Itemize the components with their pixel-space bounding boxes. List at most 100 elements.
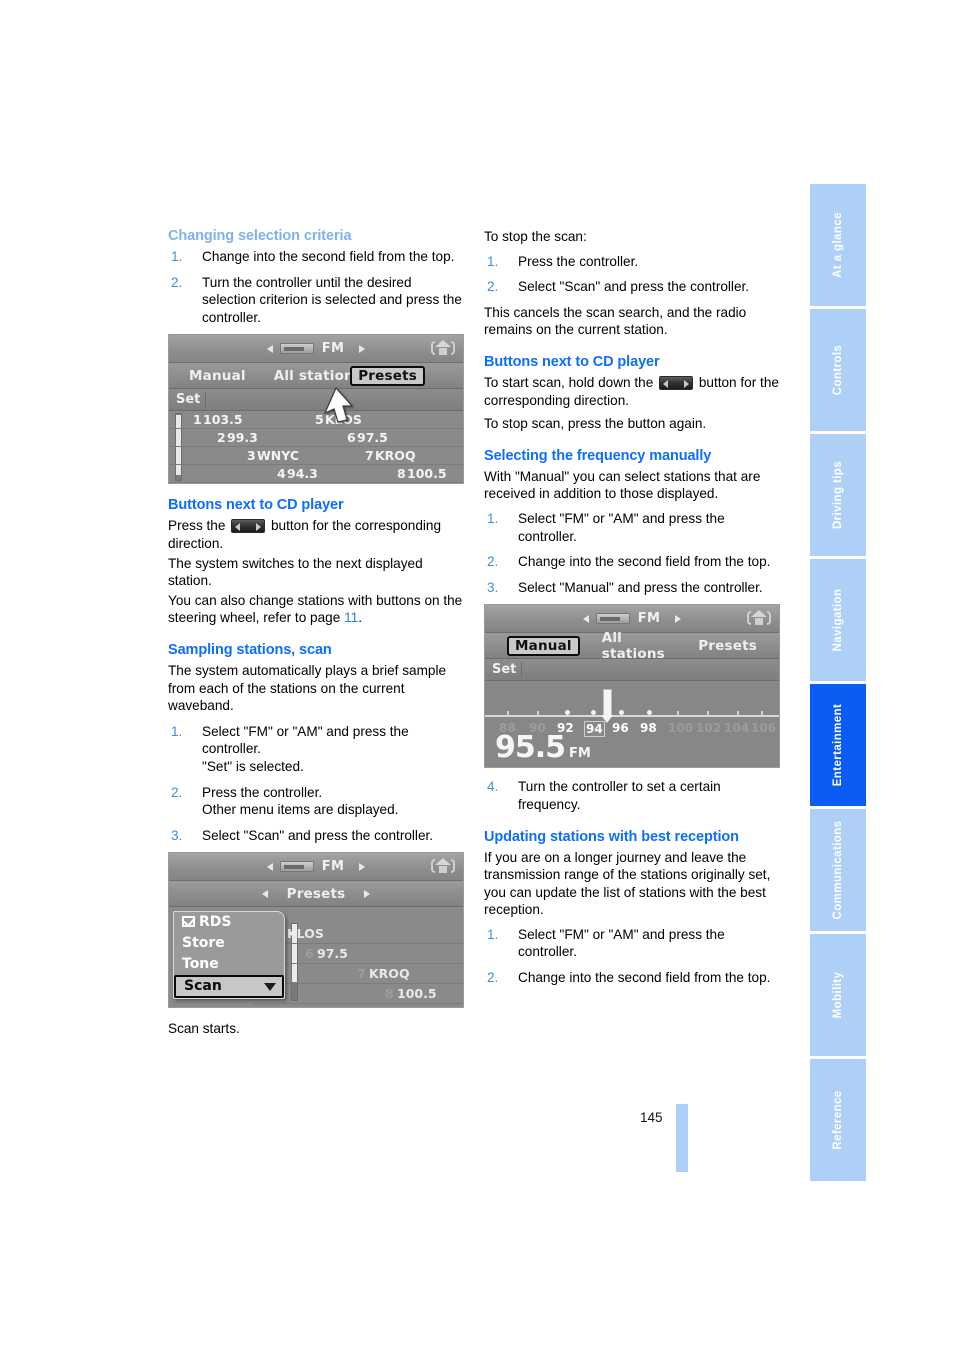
preset-right-name: KROQ (375, 448, 416, 464)
screen-top-bar: FM (169, 335, 463, 364)
current-frequency-display: 95.5 FM (495, 730, 591, 765)
table-row: 2 99.3 6 97.5 (169, 429, 463, 448)
frequency-tuning-scale: 88 90 92 94 96 98 100 102 104 106 95.5 FM (485, 681, 779, 768)
sidebar-item-communications[interactable]: Communications (810, 809, 866, 934)
band-label: FM (637, 611, 661, 627)
checkbox-checked-icon (182, 916, 195, 928)
screen-tab-row: Manual All stations Presets (169, 363, 463, 390)
set-label: Set (487, 662, 523, 678)
step-subtext: Other menu items are displayed. (202, 802, 399, 818)
sidebar-item-navigation[interactable]: Navigation (810, 559, 866, 684)
rocker-button-icon (231, 519, 266, 534)
screen-tab-manual: Manual (189, 367, 246, 384)
step-number: 1. (487, 253, 499, 269)
page-number: 145 (640, 1110, 663, 1125)
scan-menu-body: 5 KLOS 6 97.5 7 KROQ 8 100.5 RDS (169, 907, 463, 1008)
left-arrow-icon (261, 889, 268, 898)
steps-changing-selection-criteria: 1. Change into the second field from the… (168, 248, 468, 326)
list-item: 2. Turn the controller until the desired… (168, 274, 468, 327)
page-marker-bar (676, 1104, 688, 1172)
step-text: Select "Scan" and press the controller. (202, 827, 434, 843)
figure-radio-presets-screen: FM Manual All stations Presets Set 1 103… (168, 334, 464, 485)
chapter-sidebar: At a glance Controls Driving tips Naviga… (810, 184, 866, 1181)
home-icon (431, 339, 455, 358)
menu-item-rds[interactable]: RDS (174, 912, 284, 933)
list-item: 1. Press the controller. (484, 253, 784, 271)
step-text: Change into the second field from the to… (202, 249, 455, 264)
paragraph-press-button: Press the button for the corresponding d… (168, 517, 468, 552)
menu-item-store[interactable]: Store (174, 933, 284, 954)
sidebar-item-entertainment[interactable]: Entertainment (810, 684, 866, 809)
right-arrow-icon (359, 862, 366, 871)
step-number: 3. (487, 579, 499, 595)
list-item: 4. Turn the controller to set a certain … (484, 778, 784, 813)
step-text: Select "Scan" and press the controller. (518, 279, 750, 295)
heading-sampling-stations-scan: Sampling stations, scan (168, 641, 332, 658)
sidebar-item-reference[interactable]: Reference (810, 1059, 866, 1181)
menu-item-label: Store (182, 935, 225, 952)
step-subtext: "Set" is selected. (202, 758, 304, 774)
sidebar-item-controls[interactable]: Controls (810, 309, 866, 434)
step-number: 1. (487, 926, 499, 942)
list-item: 2. Press the controller. Other menu item… (168, 784, 468, 819)
sidebar-item-label: Navigation (832, 588, 844, 652)
menu-item-tone[interactable]: Tone (174, 954, 284, 975)
preset-name: 97.5 (317, 946, 348, 962)
text-before-link: You can also change stations with button… (168, 592, 463, 626)
step-number: 1. (171, 249, 183, 264)
steps-stop-scan: 1. Press the controller. 2. Select "Scan… (484, 253, 784, 296)
list-item: 2. Change into the second field from the… (484, 969, 784, 987)
caption-scan-starts: Scan starts. (168, 1021, 240, 1037)
cursor-arrow-icon (323, 387, 353, 424)
scale-tick: 106 (751, 721, 777, 736)
step-text: Turn the controller until the desired se… (202, 274, 462, 325)
table-row: 3 WNYC 7 KROQ (169, 447, 463, 466)
step-number: 2. (487, 279, 499, 295)
chevron-down-icon (264, 983, 276, 992)
preset-left-num: 3 (247, 448, 256, 464)
step-text: Change into the second field from the to… (518, 554, 771, 570)
preset-left-name: 103.5 (203, 412, 243, 428)
right-arrow-icon (359, 344, 366, 353)
text-after-link: . (358, 610, 362, 626)
left-arrow-icon (582, 614, 589, 623)
page-reference-link[interactable]: 11 (344, 610, 358, 625)
screen-tab-row: Presets (169, 881, 463, 908)
screen-tab-row: Manual All stations Presets (485, 630, 779, 662)
scale-tick: 104 (724, 721, 750, 736)
preset-right-name: 97.5 (357, 430, 388, 446)
scale-tick: 96 (612, 721, 629, 736)
screen-tab-presets: Presets (698, 637, 757, 654)
figure-scan-menu-screen: FM Presets 5 KLOS 6 97.5 (168, 852, 464, 1009)
preset-left-num: 1 (193, 412, 202, 428)
list-item: 1. Select "FM" or "AM" and press the con… (168, 723, 468, 776)
paragraph-stop-scan-button: To stop scan, press the button again. (484, 416, 707, 432)
steps-sampling-stations: 1. Select "FM" or "AM" and press the con… (168, 723, 468, 845)
context-menu-popup: RDS Store Tone Scan (173, 911, 285, 1000)
step-text: Change into the second field from the to… (518, 970, 771, 986)
table-row: 4 94.3 8 100.5 (169, 465, 463, 484)
sidebar-item-at-a-glance[interactable]: At a glance (810, 184, 866, 309)
step-number: 2. (171, 784, 183, 800)
steps-manual-frequency: 1. Select "FM" or "AM" and press the con… (484, 510, 784, 596)
heading-changing-selection-criteria: Changing selection criteria (168, 228, 352, 244)
paragraph-to-stop-scan: To stop the scan: (484, 229, 587, 244)
right-arrow-icon (364, 889, 371, 898)
list-item: 1. Select "FM" or "AM" and press the con… (484, 926, 784, 961)
list-item: 3. Select "Manual" and press the control… (484, 579, 784, 597)
preset-name: 100.5 (397, 986, 437, 1002)
radio-icon (595, 613, 630, 625)
sidebar-item-driving-tips[interactable]: Driving tips (810, 434, 866, 559)
sidebar-item-label: Controls (832, 344, 844, 396)
menu-item-scan-selected[interactable]: Scan (174, 975, 284, 999)
preset-left-name: 94.3 (287, 466, 318, 482)
step-text: Select "Manual" and press the controller… (518, 579, 763, 595)
sidebar-item-mobility[interactable]: Mobility (810, 934, 866, 1059)
tuning-marker[interactable] (601, 689, 613, 724)
band-label: FM (321, 859, 345, 875)
scale-tick: 100 (668, 721, 694, 736)
sidebar-item-label: Communications (832, 820, 844, 920)
preset-num: 8 (385, 986, 394, 1002)
step-text: Select "FM" or "AM" and press the contro… (518, 926, 725, 960)
step-text: Press the controller. (518, 253, 639, 269)
